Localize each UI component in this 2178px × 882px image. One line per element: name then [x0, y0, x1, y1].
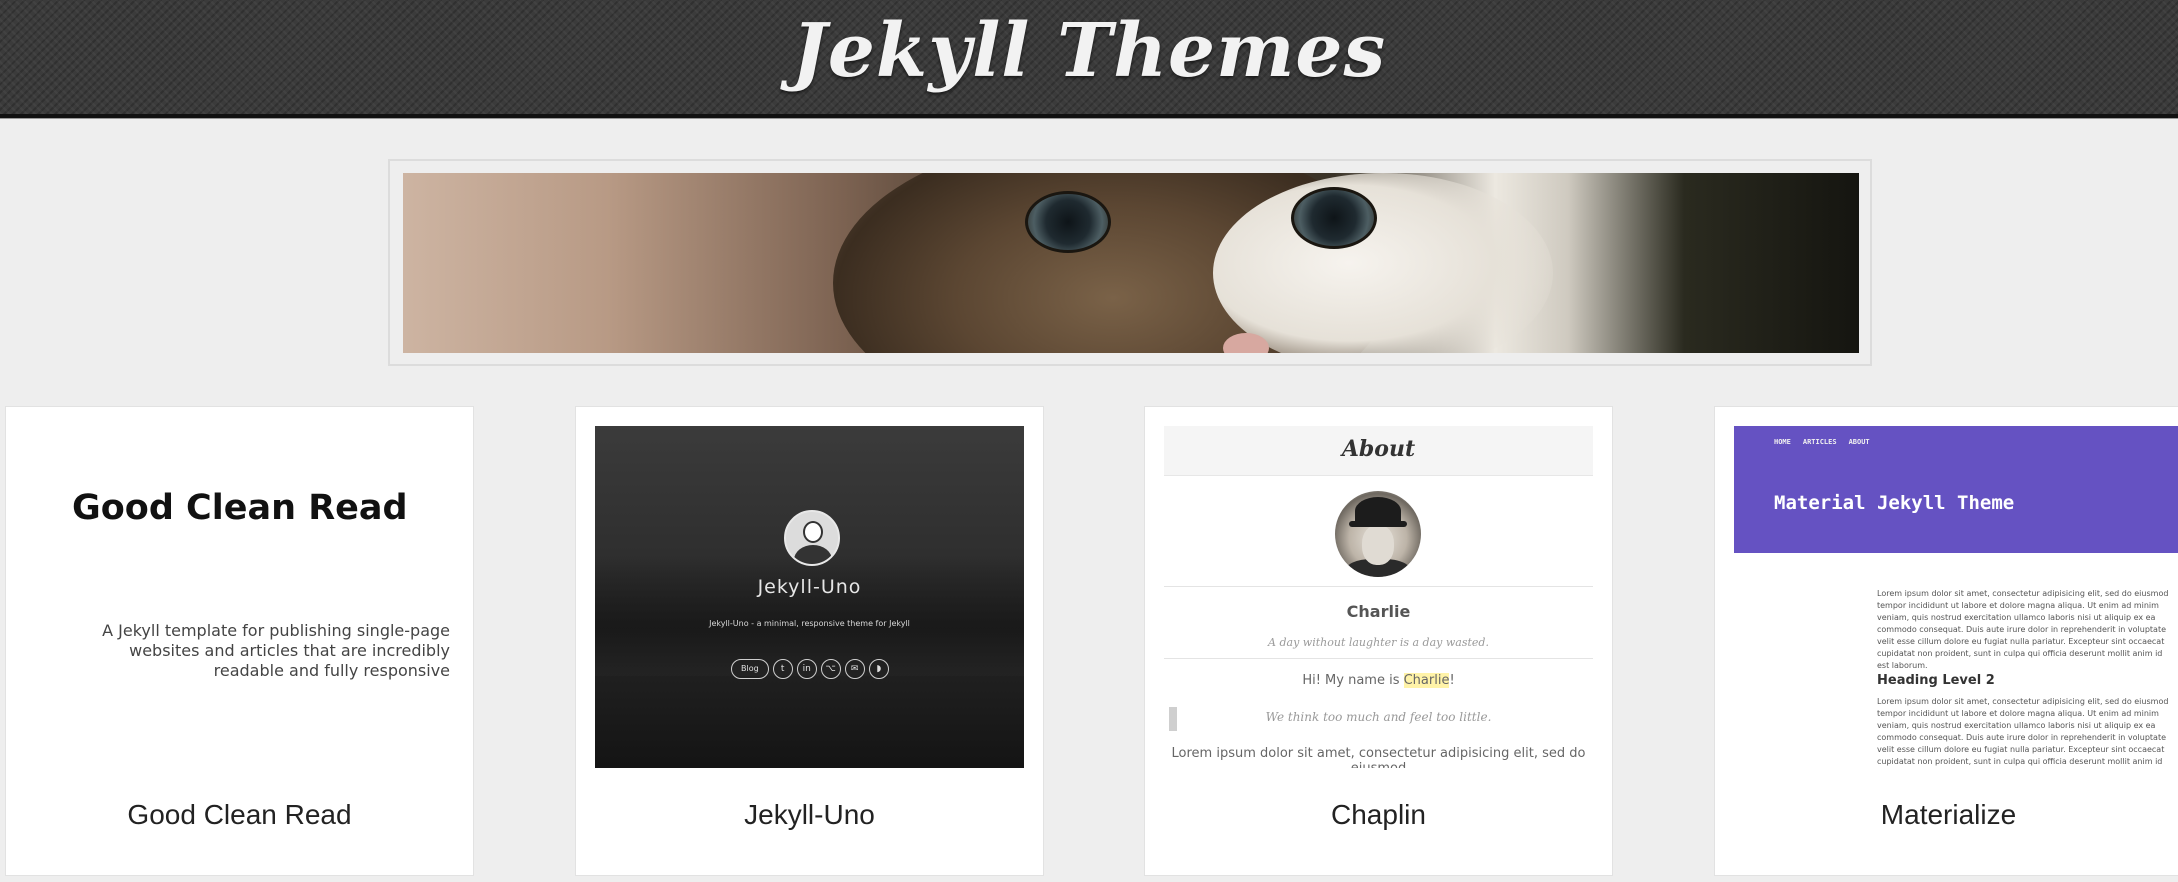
avatar-icon: [784, 510, 840, 566]
theme-title[interactable]: Jekyll-Uno: [576, 799, 1043, 831]
greeting-prefix: Hi! My name is: [1302, 673, 1404, 688]
preview-heading-2: Heading Level 2: [1877, 673, 1995, 688]
preview-subtitle: Jekyll-Uno - a minimal, responsive theme…: [709, 619, 910, 628]
theme-title[interactable]: Materialize: [1715, 799, 2178, 831]
preview-blockquote: We think too much and feel too little.: [1265, 710, 1492, 724]
cat-eye-right: [1291, 187, 1377, 249]
blog-pill: Blog: [731, 659, 769, 679]
site-title[interactable]: Jekyll Themes: [0, 8, 2178, 94]
theme-card-jekyll-uno[interactable]: Jekyll-Uno Jekyll-Uno - a minimal, respo…: [575, 406, 1044, 876]
preview-name: Jekyll-Uno: [757, 576, 862, 598]
preview-nav: HOME ARTICLES ABOUT: [1774, 438, 1870, 446]
nav-item: ARTICLES: [1802, 438, 1837, 446]
nav-item: HOME: [1774, 438, 1791, 446]
preview-quote: A day without laughter is a day wasted.: [1268, 636, 1489, 649]
divider: [1164, 658, 1593, 659]
theme-thumbnail[interactable]: Good Clean Read A Jekyll template for pu…: [25, 426, 454, 768]
preview-greeting: Hi! My name is Charlie!: [1164, 673, 1593, 688]
preview-heading: Good Clean Read: [72, 488, 408, 528]
preview-name: Charlie: [1346, 602, 1411, 621]
email-icon: ✉: [844, 659, 865, 679]
github-icon: ⌥: [820, 659, 841, 679]
greeting-suffix: !: [1449, 673, 1455, 688]
twitter-icon: t: [772, 659, 793, 679]
banner-frame: [388, 159, 1872, 366]
kitten-banner-image: [403, 173, 1859, 353]
portrait-image: [1335, 491, 1421, 577]
theme-card-good-clean-read[interactable]: Good Clean Read A Jekyll template for pu…: [5, 406, 474, 876]
theme-card-chaplin[interactable]: About Charlie A day without laughter is …: [1144, 406, 1613, 876]
preview-paragraph: Lorem ipsum dolor sit amet, consectetur …: [1171, 746, 1586, 768]
preview-bar-title: About: [1341, 436, 1416, 462]
theme-title[interactable]: Good Clean Read: [6, 799, 473, 831]
theme-thumbnail[interactable]: HOME ARTICLES ABOUT Material Jekyll Them…: [1734, 426, 2178, 768]
divider: [1164, 586, 1593, 587]
linkedin-icon: in: [796, 659, 817, 679]
theme-card-materialize[interactable]: HOME ARTICLES ABOUT Material Jekyll Them…: [1714, 406, 2178, 876]
theme-thumbnail[interactable]: Jekyll-Uno Jekyll-Uno - a minimal, respo…: [595, 426, 1024, 768]
preview-header: HOME ARTICLES ABOUT Material Jekyll Them…: [1734, 426, 2178, 553]
preview-paragraph: Lorem ipsum dolor sit amet, consectetur …: [1877, 697, 2169, 766]
greeting-highlight: Charlie: [1403, 673, 1450, 688]
preview-paragraph: Lorem ipsum dolor sit amet, consectetur …: [1877, 589, 2169, 670]
theme-thumbnail[interactable]: About Charlie A day without laughter is …: [1164, 426, 1593, 768]
preview-description: A Jekyll template for publishing single-…: [102, 621, 450, 680]
preview-title: Material Jekyll Theme: [1774, 492, 2015, 514]
nav-item: ABOUT: [1848, 438, 1870, 446]
site-header: Jekyll Themes: [0, 0, 2178, 118]
rss-icon: ◗: [868, 659, 889, 679]
preview-social-links: Blog t in ⌥ ✉ ◗: [731, 658, 889, 680]
cat-eye-left: [1025, 191, 1111, 253]
preview-top-bar: About: [1164, 426, 1593, 476]
theme-title[interactable]: Chaplin: [1145, 799, 1612, 831]
